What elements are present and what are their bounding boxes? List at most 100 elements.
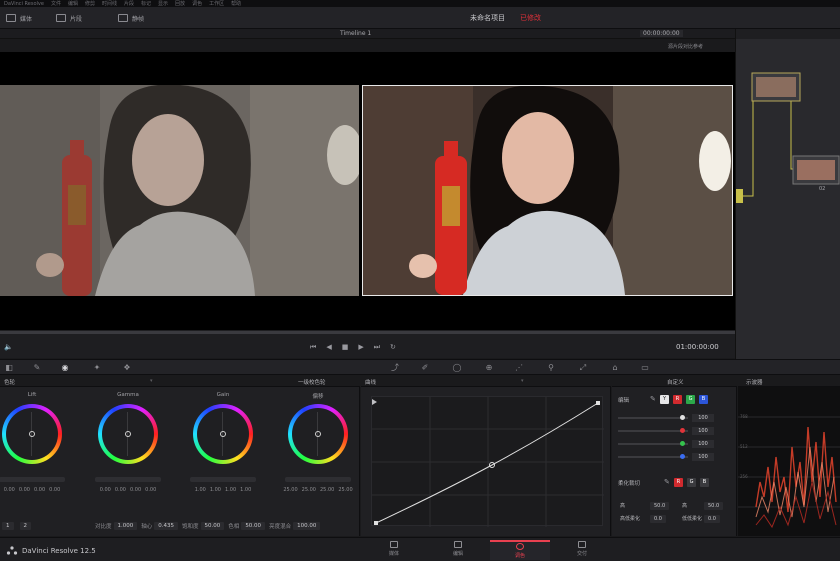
play-icon[interactable]: ▶	[358, 343, 363, 352]
menu-item-9[interactable]: 调色	[192, 0, 202, 7]
menu-item-6[interactable]: 标记	[141, 0, 151, 7]
channel-value-field[interactable]: 100	[692, 453, 714, 461]
curves-icon[interactable]: ⤴	[390, 363, 400, 372]
gamma-master-slider[interactable]	[95, 477, 161, 482]
timecode-display[interactable]: 00:00:00:00	[640, 30, 683, 37]
soft-clip-r-button[interactable]: R	[674, 478, 683, 487]
saturation-field[interactable]: 50.00	[200, 522, 225, 530]
channel-r-button[interactable]: R	[673, 395, 682, 404]
page-edit[interactable]: 编辑	[428, 540, 488, 560]
channel-slider[interactable]	[618, 456, 688, 458]
channel-y-button[interactable]: Y	[660, 395, 669, 404]
window-icon[interactable]: ◯	[452, 363, 462, 372]
menu-item-5[interactable]: 片段	[124, 0, 134, 7]
channel-slider[interactable]	[618, 417, 688, 419]
menu-item-11[interactable]: 帮助	[231, 0, 241, 7]
node-editor[interactable]: 02	[735, 29, 840, 359]
lift-value-b[interactable]: 0.00	[49, 487, 60, 493]
loop-icon[interactable]: ↻	[390, 343, 396, 352]
offset-value-r[interactable]: 25.00	[302, 487, 316, 493]
key-icon[interactable]: ⚲	[546, 363, 556, 372]
blur-icon[interactable]: ⋰	[514, 363, 524, 372]
lift-value-g[interactable]: 0.00	[34, 487, 45, 493]
curves-header-dropdown-icon[interactable]: ▾	[521, 378, 524, 384]
channel-value-field[interactable]: 100	[692, 440, 714, 448]
soft-clip-b-button[interactable]: B	[700, 478, 709, 487]
compare-option[interactable]: 源片段对比参考	[668, 43, 703, 50]
page-media[interactable]: 媒体	[364, 540, 424, 560]
wheels-header-dropdown-icon[interactable]: ▾	[150, 378, 153, 384]
offset-master-slider[interactable]	[285, 477, 351, 482]
page-color[interactable]: 调色	[490, 540, 550, 560]
high-soft-field[interactable]: 0.0	[650, 515, 666, 523]
low-soft-field[interactable]: 0.0	[704, 515, 720, 523]
lum-mix-field[interactable]: 100.00	[293, 522, 321, 530]
channel-slider[interactable]	[618, 443, 688, 445]
soft-clip-pencil-icon[interactable]: ✎	[664, 478, 670, 486]
gain-value-y[interactable]: 1.00	[195, 487, 206, 493]
menu-item-2[interactable]: 编辑	[68, 0, 78, 7]
channel-value-field[interactable]: 100	[692, 414, 714, 422]
page-1-button[interactable]: 1	[2, 522, 14, 530]
soft-clip-g-button[interactable]: G	[687, 478, 696, 487]
3d-icon[interactable]: ⌂	[610, 363, 620, 372]
viewer[interactable]	[0, 52, 735, 330]
menu-item-1[interactable]: 文件	[51, 0, 61, 7]
stills-button[interactable]: 静帧	[118, 11, 144, 25]
go-to-start-icon[interactable]: ⏮	[310, 343, 316, 352]
lift-value-y[interactable]: 0.00	[4, 487, 15, 493]
soft-high-field[interactable]: 50.0	[650, 502, 670, 510]
wheels-mode-select[interactable]: 一级校色轮	[298, 378, 326, 386]
menu-item-0[interactable]: DaVinci Resolve	[4, 1, 44, 7]
gain-master-slider[interactable]	[190, 477, 256, 482]
pivot-field[interactable]: 0.435	[154, 522, 179, 530]
gamma-value-g[interactable]: 0.00	[130, 487, 141, 493]
offset-value-y[interactable]: 25.00	[283, 487, 297, 493]
offset-wheel[interactable]	[288, 404, 348, 464]
stop-icon[interactable]: ■	[342, 343, 349, 352]
channel-value-field[interactable]: 100	[692, 427, 714, 435]
channel-slider[interactable]	[618, 430, 688, 432]
clips-button[interactable]: 片段	[56, 11, 82, 25]
step-back-icon[interactable]: ◀	[326, 343, 331, 352]
rgb-mixer-icon[interactable]: ✦	[92, 363, 102, 372]
menu-item-4[interactable]: 时间线	[102, 0, 117, 7]
curve-mode-select[interactable]: 自定义	[667, 378, 684, 386]
scrubber[interactable]	[0, 331, 735, 334]
gain-value-b[interactable]: 1.00	[240, 487, 251, 493]
gamma-value-r[interactable]: 0.00	[115, 487, 126, 493]
gain-value-g[interactable]: 1.00	[225, 487, 236, 493]
menu-item-3[interactable]: 修剪	[85, 0, 95, 7]
hue-field[interactable]: 50.00	[241, 522, 266, 530]
lift-wheel[interactable]	[2, 404, 62, 464]
gamma-wheel[interactable]	[98, 404, 158, 464]
gamma-value-b[interactable]: 0.00	[145, 487, 156, 493]
page-2-button[interactable]: 2	[19, 522, 31, 530]
go-to-end-icon[interactable]: ⏭	[374, 343, 380, 352]
qualifier-icon[interactable]: ✐	[420, 363, 430, 372]
sizing-icon[interactable]: ⤢	[578, 363, 588, 372]
camera-raw-icon[interactable]: ◧	[4, 363, 14, 372]
page-deliver[interactable]: 交付	[552, 540, 612, 560]
color-match-icon[interactable]: ✎	[32, 363, 42, 372]
contrast-field[interactable]: 1.000	[113, 522, 138, 530]
media-pool-button[interactable]: 媒体	[6, 11, 32, 25]
gain-wheel[interactable]	[193, 404, 253, 464]
offset-value-g[interactable]: 25.00	[320, 487, 334, 493]
edit-pencil-icon[interactable]: ✎	[650, 395, 656, 403]
lift-value-r[interactable]: 0.00	[19, 487, 30, 493]
menu-item-8[interactable]: 回放	[175, 0, 185, 7]
channel-g-button[interactable]: G	[686, 395, 695, 404]
color-wheels-icon[interactable]: ◉	[60, 363, 70, 372]
lift-master-slider[interactable]	[0, 477, 65, 482]
soft-high2-field[interactable]: 50.0	[704, 502, 724, 510]
scopes-toggle-icon[interactable]: ▭	[640, 363, 650, 372]
offset-value-b[interactable]: 25.00	[338, 487, 352, 493]
tracker-icon[interactable]: ⊕	[484, 363, 494, 372]
menu-item-10[interactable]: 工作区	[209, 0, 224, 7]
gain-value-r[interactable]: 1.00	[210, 487, 221, 493]
gamma-value-y[interactable]: 0.00	[100, 487, 111, 493]
menu-item-7[interactable]: 显示	[158, 0, 168, 7]
channel-b-button[interactable]: B	[699, 395, 708, 404]
timeline-name[interactable]: Timeline 1	[340, 30, 371, 37]
